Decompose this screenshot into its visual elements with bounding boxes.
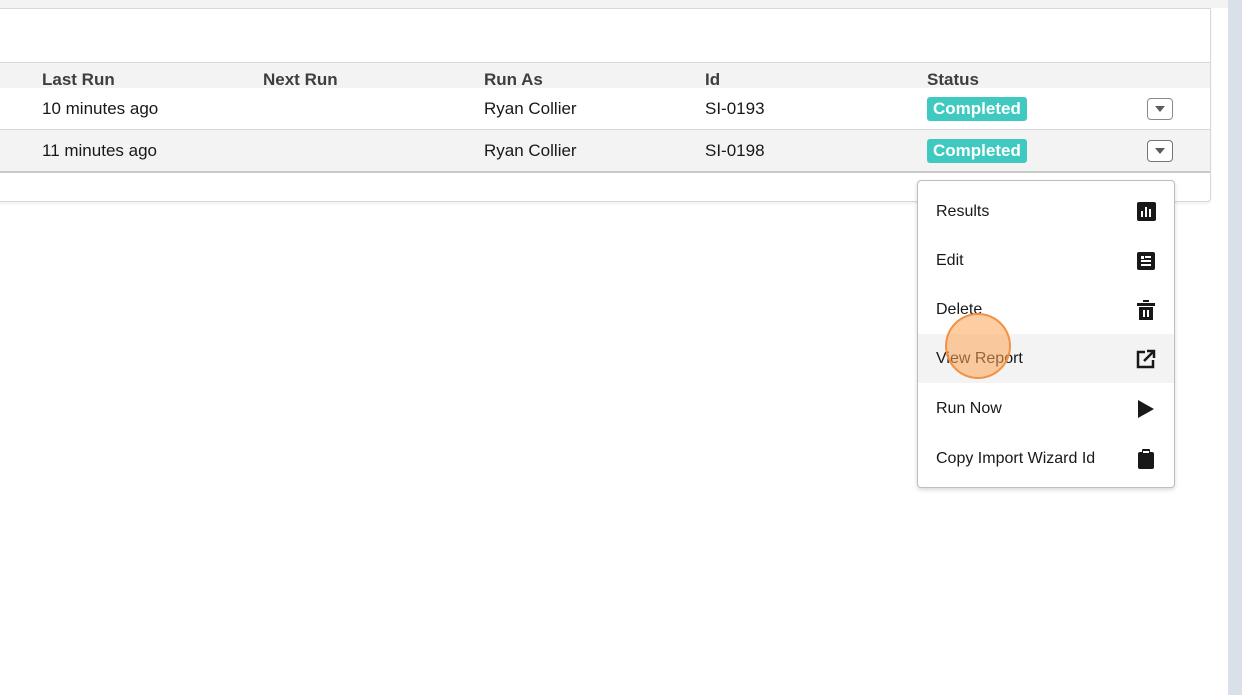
play-icon bbox=[1136, 399, 1156, 419]
row-actions-dropdown-button[interactable] bbox=[1147, 98, 1173, 120]
edit-form-icon bbox=[1136, 251, 1156, 271]
status-badge: Completed bbox=[927, 96, 1027, 121]
menu-item-label: Copy Import Wizard Id bbox=[936, 449, 1096, 467]
run-as-cell: Ryan Collier bbox=[484, 140, 577, 160]
status-badge: Completed bbox=[927, 138, 1027, 163]
run-as-cell: Ryan Collier bbox=[484, 98, 577, 118]
id-cell: SI-0198 bbox=[705, 140, 765, 160]
menu-item-label: Edit bbox=[936, 251, 964, 269]
right-scroll-region bbox=[1228, 0, 1242, 695]
id-cell: SI-0193 bbox=[705, 98, 765, 118]
click-indicator bbox=[945, 313, 1011, 379]
clipboard-icon bbox=[1136, 448, 1156, 469]
row-actions-dropdown-button[interactable] bbox=[1147, 140, 1173, 162]
menu-item-label: Results bbox=[936, 202, 990, 220]
chevron-down-icon bbox=[1155, 148, 1165, 154]
external-link-icon bbox=[1136, 349, 1156, 369]
table-row: 11 minutes ago Ryan Collier SI-0198 Comp… bbox=[0, 130, 1210, 173]
status-cell: Completed bbox=[927, 88, 1027, 129]
menu-item-edit[interactable]: Edit bbox=[918, 236, 1174, 285]
last-run-cell: 10 minutes ago bbox=[42, 98, 159, 118]
menu-item-results[interactable]: Results bbox=[918, 187, 1174, 236]
menu-item-copy-import-wizard-id[interactable]: Copy Import Wizard Id bbox=[918, 434, 1174, 483]
table-row: 10 minutes ago Ryan Collier SI-0193 Comp… bbox=[0, 88, 1210, 130]
menu-item-label: Run Now bbox=[936, 399, 1002, 417]
menu-item-run-now[interactable]: Run Now bbox=[918, 384, 1174, 433]
chevron-down-icon bbox=[1155, 106, 1165, 112]
last-run-cell: 11 minutes ago bbox=[42, 140, 157, 160]
bar-chart-icon bbox=[1136, 202, 1156, 222]
status-cell: Completed bbox=[927, 130, 1027, 171]
trash-icon bbox=[1136, 299, 1156, 320]
